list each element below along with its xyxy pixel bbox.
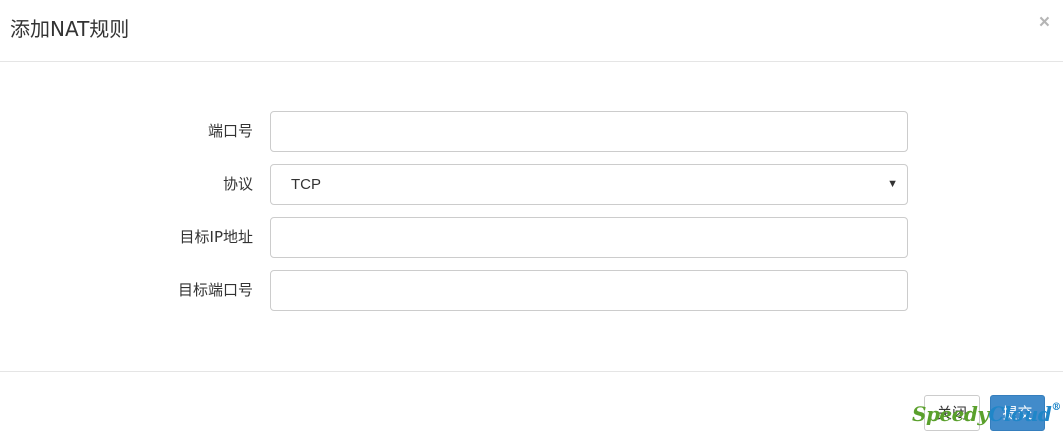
target-port-label: 目标端口号 bbox=[177, 281, 253, 299]
form-row-target-ip: 目标IP地址 bbox=[0, 216, 1063, 258]
modal-header: 添加NAT规则 × bbox=[0, 0, 1063, 62]
close-button[interactable]: 关闭 bbox=[924, 395, 980, 431]
target-ip-input[interactable] bbox=[270, 217, 908, 258]
port-label: 端口号 bbox=[207, 122, 253, 140]
form-row-target-port: 目标端口号 bbox=[0, 269, 1063, 311]
modal-title: 添加NAT规则 bbox=[10, 17, 130, 41]
modal-footer: 关闭 提交 bbox=[0, 371, 1063, 447]
chevron-down-icon: ▼ bbox=[887, 178, 898, 190]
close-icon[interactable]: × bbox=[1039, 13, 1050, 33]
protocol-select[interactable]: TCP ▼ bbox=[270, 164, 908, 205]
submit-button[interactable]: 提交 bbox=[990, 395, 1045, 431]
protocol-label: 协议 bbox=[222, 175, 253, 193]
form-row-protocol: 协议 TCP ▼ bbox=[0, 163, 1063, 205]
protocol-selected-value: TCP bbox=[291, 176, 321, 193]
target-ip-label: 目标IP地址 bbox=[179, 228, 253, 246]
target-port-input[interactable] bbox=[270, 270, 908, 311]
form-row-port: 端口号 bbox=[0, 110, 1063, 152]
port-input[interactable] bbox=[270, 111, 908, 152]
